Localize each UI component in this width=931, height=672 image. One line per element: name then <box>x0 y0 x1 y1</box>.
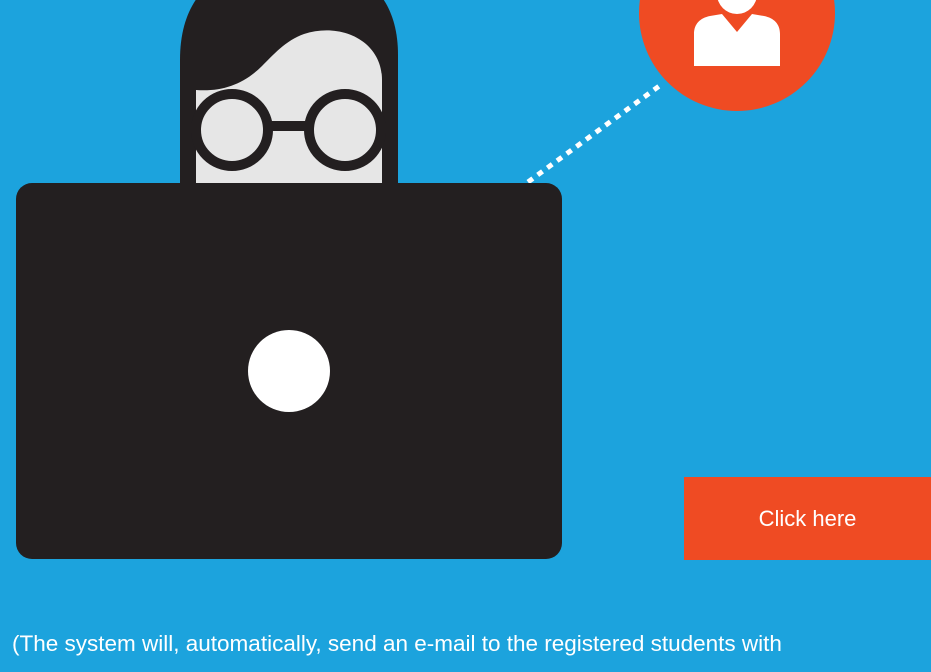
hero-illustration <box>16 0 835 559</box>
user-avatar-icon <box>639 0 835 111</box>
person-with-glasses-icon <box>180 0 398 190</box>
click-here-button[interactable]: Click here <box>684 477 931 560</box>
laptop-logo-icon <box>248 330 330 412</box>
info-note-text: (The system will, automatically, send an… <box>12 631 782 656</box>
dotted-connector-line <box>526 81 664 185</box>
